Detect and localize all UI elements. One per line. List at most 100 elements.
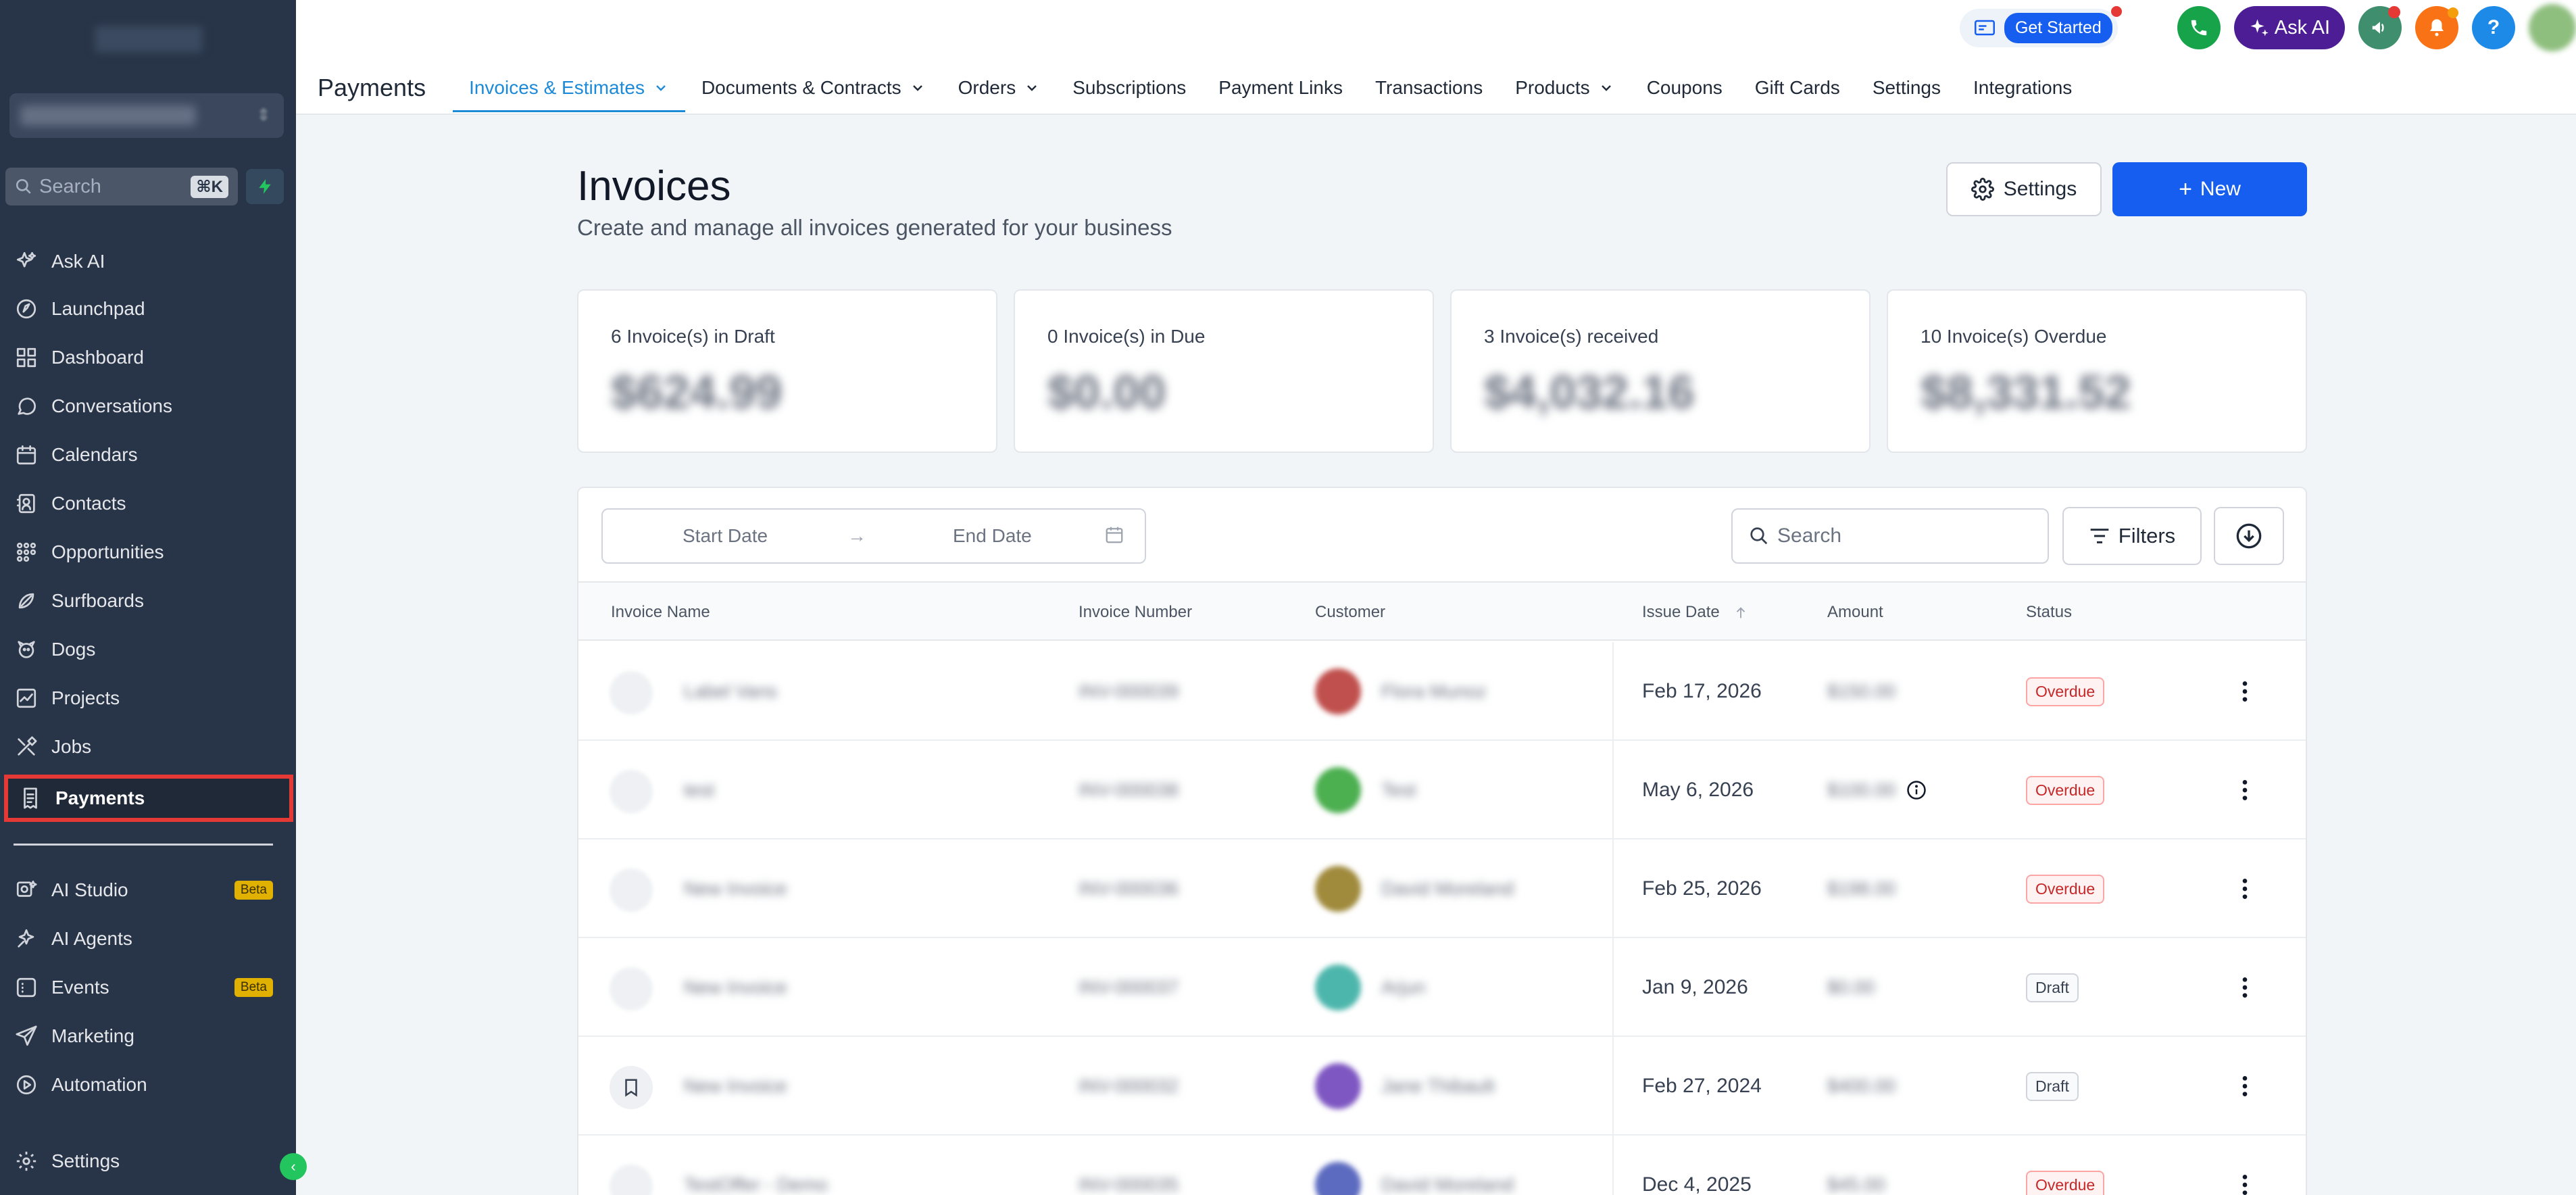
invoice-icon [610, 1165, 653, 1195]
tab-subscriptions[interactable]: Subscriptions [1056, 61, 1202, 115]
sidebar-item-conversations[interactable]: Conversations [0, 383, 296, 430]
phone-button[interactable] [2177, 6, 2221, 49]
stat-card[interactable]: 0 Invoice(s) in Due $0.00 [1014, 289, 1434, 453]
more-vertical-icon[interactable] [2231, 1071, 2258, 1102]
issue-date: Jan 9, 2026 [1642, 976, 1748, 998]
stat-card[interactable]: 10 Invoice(s) Overdue $8,331.52 [1887, 289, 2307, 453]
table-row[interactable]: New Invoice INV-000037 Arjun Jan 9, 2026… [578, 938, 2306, 1037]
invoice-name[interactable]: New Invoice [684, 878, 787, 900]
invoice-number: INV-000032 [1079, 1075, 1179, 1096]
sidebar-search[interactable]: Search ⌘K [5, 168, 238, 205]
table-row[interactable]: TestOffer - Demo INV-000035 David Morela… [578, 1136, 2306, 1195]
invoice-name[interactable]: TestOffer - Demo [684, 1174, 828, 1195]
tab-coupons[interactable]: Coupons [1631, 61, 1739, 115]
payments-nav: Payments Invoices & Estimates Documents &… [296, 61, 2088, 115]
filters-button[interactable]: Filters [2062, 507, 2202, 565]
ask-ai-button[interactable]: Ask AI [2233, 6, 2345, 49]
quick-action-button[interactable] [246, 169, 284, 204]
sidebar-item-marketing[interactable]: Marketing [0, 1013, 296, 1060]
invoice-name[interactable]: test [684, 779, 714, 801]
sidebar-item-launchpad[interactable]: Launchpad [0, 285, 296, 333]
table-row[interactable]: New Invoice INV-000036 David Moreland Fe… [578, 839, 2306, 938]
logo[interactable] [95, 26, 203, 53]
sidebar-item-settings[interactable]: Settings [0, 1138, 296, 1185]
sidebar-item-calendars[interactable]: Calendars [0, 431, 296, 479]
account-switcher[interactable]: ⇕ [9, 93, 284, 138]
stat-card[interactable]: 3 Invoice(s) received $4,032.16 [1450, 289, 1871, 453]
tab-payment-links[interactable]: Payment Links [1202, 61, 1359, 115]
notifications-button[interactable] [2415, 6, 2458, 49]
info-icon[interactable] [1906, 780, 1927, 800]
get-started-button[interactable]: Get Started [2004, 12, 2112, 43]
sidebar-item-contacts[interactable]: Contacts [0, 480, 296, 527]
invoice-name[interactable]: Label Vans [684, 681, 777, 702]
sidebar-item-automation[interactable]: Automation [0, 1061, 296, 1108]
gear-icon [16, 1151, 36, 1171]
tab-transactions[interactable]: Transactions [1359, 61, 1499, 115]
col-status[interactable]: Status [2026, 603, 2072, 622]
tab-documents-contracts[interactable]: Documents & Contracts [685, 61, 942, 115]
collapse-sidebar-button[interactable]: ‹ [280, 1153, 307, 1180]
top-bar: Get Started Ask AI ? Payments Invoices &… [296, 0, 2576, 115]
more-vertical-icon[interactable] [2231, 972, 2258, 1003]
more-vertical-icon[interactable] [2231, 775, 2258, 806]
stat-card[interactable]: 6 Invoice(s) in Draft $624.99 [577, 289, 997, 453]
col-customer[interactable]: Customer [1315, 603, 1385, 622]
sidebar-item-surfboards[interactable]: Surfboards [0, 577, 296, 625]
sidebar-item-opportunities[interactable]: Opportunities [0, 529, 296, 576]
sidebar-item-dashboard[interactable]: Dashboard [0, 334, 296, 381]
table-row[interactable]: New Invoice INV-000032 Jane Thibault Feb… [578, 1037, 2306, 1136]
col-issue-date[interactable]: Issue Date [1642, 603, 1748, 622]
invoice-name[interactable]: New Invoice [684, 977, 787, 998]
table-row[interactable]: Label Vans INV-000039 Flora Munoz Feb 17… [578, 642, 2306, 741]
get-started-widget[interactable]: Get Started [1959, 5, 2122, 47]
tab-gift-cards[interactable]: Gift Cards [1739, 61, 1856, 115]
customer-name: Flora Munoz [1381, 681, 1487, 702]
tab-invoices-estimates[interactable]: Invoices & Estimates [453, 61, 685, 115]
issue-date: May 6, 2026 [1642, 779, 1754, 801]
sidebar-item-ai-agents[interactable]: AI Agents [0, 915, 296, 962]
beta-badge: Beta [234, 881, 273, 900]
end-date-input[interactable]: End Date [953, 525, 1032, 547]
amount: $100.00 [1827, 779, 1896, 800]
col-invoice-number[interactable]: Invoice Number [1079, 603, 1192, 622]
plus-icon: + [2179, 176, 2192, 202]
table-search-input[interactable]: Search [1731, 508, 2049, 564]
col-invoice-name[interactable]: Invoice Name [611, 603, 710, 622]
sidebar-item-projects[interactable]: Projects [0, 675, 296, 722]
tab-label: Coupons [1646, 77, 1723, 98]
date-range-picker[interactable]: Start Date → End Date [601, 508, 1146, 564]
download-button[interactable] [2214, 507, 2284, 565]
sidebar-item-events[interactable]: Events Beta [0, 964, 296, 1011]
customer-name: Test [1381, 779, 1416, 800]
start-date-input[interactable]: Start Date [683, 525, 768, 547]
sidebar-item-dogs[interactable]: Dogs [0, 626, 296, 673]
new-invoice-button[interactable]: + New [2112, 162, 2307, 216]
sidebar-item-jobs[interactable]: Jobs [0, 723, 296, 771]
tab-settings[interactable]: Settings [1856, 61, 1957, 115]
more-vertical-icon[interactable] [2231, 873, 2258, 904]
tab-products[interactable]: Products [1499, 61, 1631, 115]
stat-label: 6 Invoice(s) in Draft [611, 326, 775, 347]
tab-label: Gift Cards [1754, 77, 1840, 98]
announcements-button[interactable] [2358, 6, 2402, 49]
invoice-number: INV-000039 [1079, 681, 1179, 702]
help-button[interactable]: ? [2472, 6, 2515, 49]
sidebar-item-label: Marketing [51, 1025, 134, 1046]
tab-label: Documents & Contracts [701, 77, 901, 98]
notification-dot [2388, 6, 2400, 18]
tab-integrations[interactable]: Integrations [1957, 61, 2088, 115]
sidebar-item-ask-ai[interactable]: Ask AI [0, 238, 296, 285]
table-row[interactable]: test INV-000038 Test May 6, 2026 $100.00… [578, 741, 2306, 839]
more-vertical-icon[interactable] [2231, 1169, 2258, 1195]
beta-badge: Beta [234, 978, 273, 997]
sidebar-item-payments[interactable]: Payments [4, 775, 293, 822]
tab-orders[interactable]: Orders [942, 61, 1057, 115]
col-amount[interactable]: Amount [1827, 603, 1883, 622]
customer-avatar [1315, 668, 1361, 714]
sidebar-item-ai-studio[interactable]: AI Studio Beta [0, 867, 296, 914]
more-vertical-icon[interactable] [2231, 676, 2258, 707]
invoice-name[interactable]: New Invoice [684, 1075, 787, 1097]
settings-button[interactable]: Settings [1946, 162, 2102, 216]
user-avatar[interactable] [2529, 4, 2576, 51]
